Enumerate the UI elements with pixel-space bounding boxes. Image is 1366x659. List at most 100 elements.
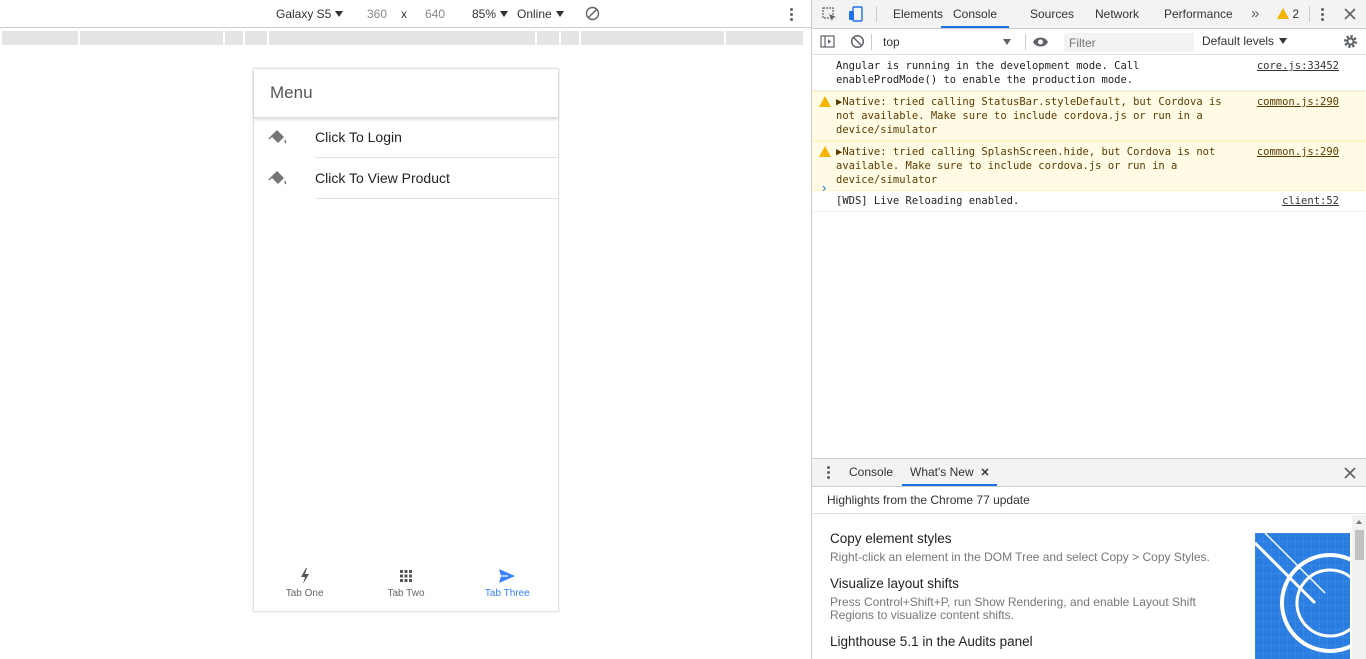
- tab-two[interactable]: Tab Two: [355, 563, 456, 611]
- news-title[interactable]: Lighthouse 5.1 in the Audits panel: [830, 634, 1220, 649]
- log-levels-select[interactable]: Default levels: [1202, 34, 1288, 48]
- eye-icon[interactable]: [1032, 35, 1049, 49]
- warning-icon: [819, 96, 831, 107]
- sidebar-toggle-icon[interactable]: [820, 34, 835, 49]
- drawer-tab-console[interactable]: Console: [849, 459, 893, 486]
- dimension-separator: x: [401, 7, 407, 21]
- zoom-select[interactable]: 85%: [472, 7, 509, 21]
- context-value: top: [883, 35, 900, 49]
- chevron-down-icon: [500, 11, 509, 17]
- news-description: Right-click an element in the DOM Tree a…: [830, 550, 1210, 564]
- page-title: Menu: [270, 83, 313, 102]
- apps-icon: [399, 570, 412, 582]
- rotate-icon: [585, 6, 600, 21]
- console-warning: ▶Native: tried calling StatusBar.styleDe…: [812, 91, 1366, 141]
- zoom-value: 85%: [472, 7, 497, 21]
- scrollbar-thumb[interactable]: [1355, 530, 1364, 560]
- chevron-down-icon: [1279, 38, 1288, 44]
- menu-item-label: Click To View Product: [315, 159, 558, 199]
- close-icon[interactable]: [981, 468, 989, 476]
- chevron-down-icon: [335, 11, 344, 17]
- close-icon[interactable]: [1344, 8, 1356, 20]
- chevron-down-icon: [555, 11, 564, 17]
- menu-item-view-product[interactable]: Click To View Product: [254, 159, 558, 200]
- close-drawer-icon[interactable]: [1344, 467, 1356, 479]
- height-field[interactable]: 640: [425, 7, 445, 21]
- devtools-tabbar: Elements Console Sources Network Perform…: [812, 0, 1366, 29]
- news-title[interactable]: Visualize layout shifts: [830, 576, 1220, 591]
- tab-performance[interactable]: Performance: [1164, 0, 1233, 28]
- inspect-element-icon[interactable]: [822, 7, 837, 22]
- devtools-panel: Elements Console Sources Network Perform…: [811, 0, 1366, 659]
- whats-new-thumbnail: [1255, 533, 1350, 659]
- whats-new-heading: Highlights from the Chrome 77 update: [812, 487, 1366, 514]
- warning-count: 2: [1292, 7, 1300, 21]
- news-title[interactable]: Copy element styles: [830, 531, 1220, 546]
- device-name: Galaxy S5: [276, 7, 332, 21]
- message-text: [WDS] Live Reloading enabled.: [836, 195, 1020, 207]
- console-messages: Angular is running in the development mo…: [812, 56, 1366, 212]
- media-query-bar[interactable]: [2, 31, 811, 45]
- network-value: Online: [517, 7, 552, 21]
- width-field[interactable]: 360: [367, 7, 387, 21]
- message-source-link[interactable]: client:52: [1282, 194, 1339, 208]
- devtools-drawer: Console What's New Highlights from the C…: [812, 458, 1366, 659]
- log-levels-value: Default levels: [1202, 34, 1275, 48]
- tab-sources[interactable]: Sources: [1030, 0, 1074, 28]
- whats-new-list: Copy element styles Right-click an eleme…: [830, 531, 1220, 654]
- console-message: [WDS] Live Reloading enabled. client:52: [812, 191, 1366, 212]
- device-toggle-icon[interactable]: [848, 6, 864, 22]
- message-source-link[interactable]: common.js:290: [1257, 145, 1339, 159]
- tab-one[interactable]: Tab One: [254, 563, 355, 611]
- paint-bucket-icon: [268, 130, 287, 144]
- message-text[interactable]: ▶Native: tried calling SplashScreen.hide…: [836, 145, 1241, 187]
- device-viewport-area: Galaxy S5 360 x 640 85% Online Menu Clic…: [0, 0, 811, 659]
- paint-bucket-icon: [268, 171, 287, 185]
- device-screen: Menu Click To Login Click To View Produc…: [253, 68, 559, 612]
- console-message: Angular is running in the development mo…: [812, 56, 1366, 91]
- drawer-tab-label: What's New: [910, 465, 974, 479]
- tab-label: Tab Two: [387, 588, 425, 599]
- message-text[interactable]: ▶Native: tried calling StatusBar.styleDe…: [836, 95, 1241, 137]
- console-toolbar: top Default levels: [812, 29, 1366, 55]
- tab-label: Tab One: [285, 588, 324, 599]
- devtools-menu-icon[interactable]: [1321, 8, 1324, 21]
- drawer-tab-whats-new[interactable]: What's New: [902, 459, 997, 486]
- device-select[interactable]: Galaxy S5: [276, 7, 344, 21]
- send-icon: [499, 569, 516, 583]
- context-select[interactable]: top: [877, 33, 1017, 51]
- gear-icon[interactable]: [1342, 33, 1359, 50]
- tab-three[interactable]: Tab Three: [457, 563, 558, 611]
- console-warning: ▶Native: tried calling SplashScreen.hide…: [812, 141, 1366, 191]
- scroll-up-icon[interactable]: [1352, 517, 1366, 527]
- chevron-down-icon: [1003, 39, 1011, 45]
- tab-bar: Tab One Tab Two Tab Three: [254, 563, 558, 611]
- drawer-scrollbar[interactable]: [1352, 515, 1366, 659]
- message-source-link[interactable]: core.js:33452: [1257, 59, 1339, 73]
- chrome-devtools-graphic-icon: [1255, 533, 1350, 659]
- device-toolbar: Galaxy S5 360 x 640 85% Online: [0, 0, 811, 28]
- device-toolbar-more-icon[interactable]: [790, 8, 793, 21]
- drawer-menu-icon[interactable]: [827, 466, 830, 479]
- screen: Galaxy S5 360 x 640 85% Online Menu Clic…: [0, 0, 1366, 659]
- menu-item-label: Click To Login: [315, 118, 558, 158]
- clear-console-icon[interactable]: [850, 34, 865, 49]
- warnings-counter[interactable]: 2: [1277, 0, 1299, 28]
- news-description: Press Control+Shift+P, run Show Renderin…: [830, 595, 1197, 622]
- network-throttle-select[interactable]: Online: [517, 7, 564, 21]
- tab-elements[interactable]: Elements: [893, 0, 943, 28]
- more-tabs-button[interactable]: »: [1251, 0, 1259, 28]
- menu-item-login[interactable]: Click To Login: [254, 118, 558, 159]
- tab-label: Tab Three: [484, 588, 530, 599]
- app-header: Menu: [254, 69, 558, 118]
- rotate-button[interactable]: [585, 6, 600, 21]
- message-source-link[interactable]: common.js:290: [1257, 95, 1339, 109]
- drawer-tabbar: Console What's New: [812, 459, 1366, 487]
- tab-console[interactable]: Console: [941, 0, 1010, 28]
- console-prompt[interactable]: ›: [822, 180, 826, 195]
- tab-network[interactable]: Network: [1095, 0, 1139, 28]
- filter-input[interactable]: [1064, 33, 1194, 52]
- message-text: Angular is running in the development mo…: [836, 60, 1146, 86]
- flash-icon: [300, 568, 309, 584]
- warning-icon: [1277, 8, 1289, 19]
